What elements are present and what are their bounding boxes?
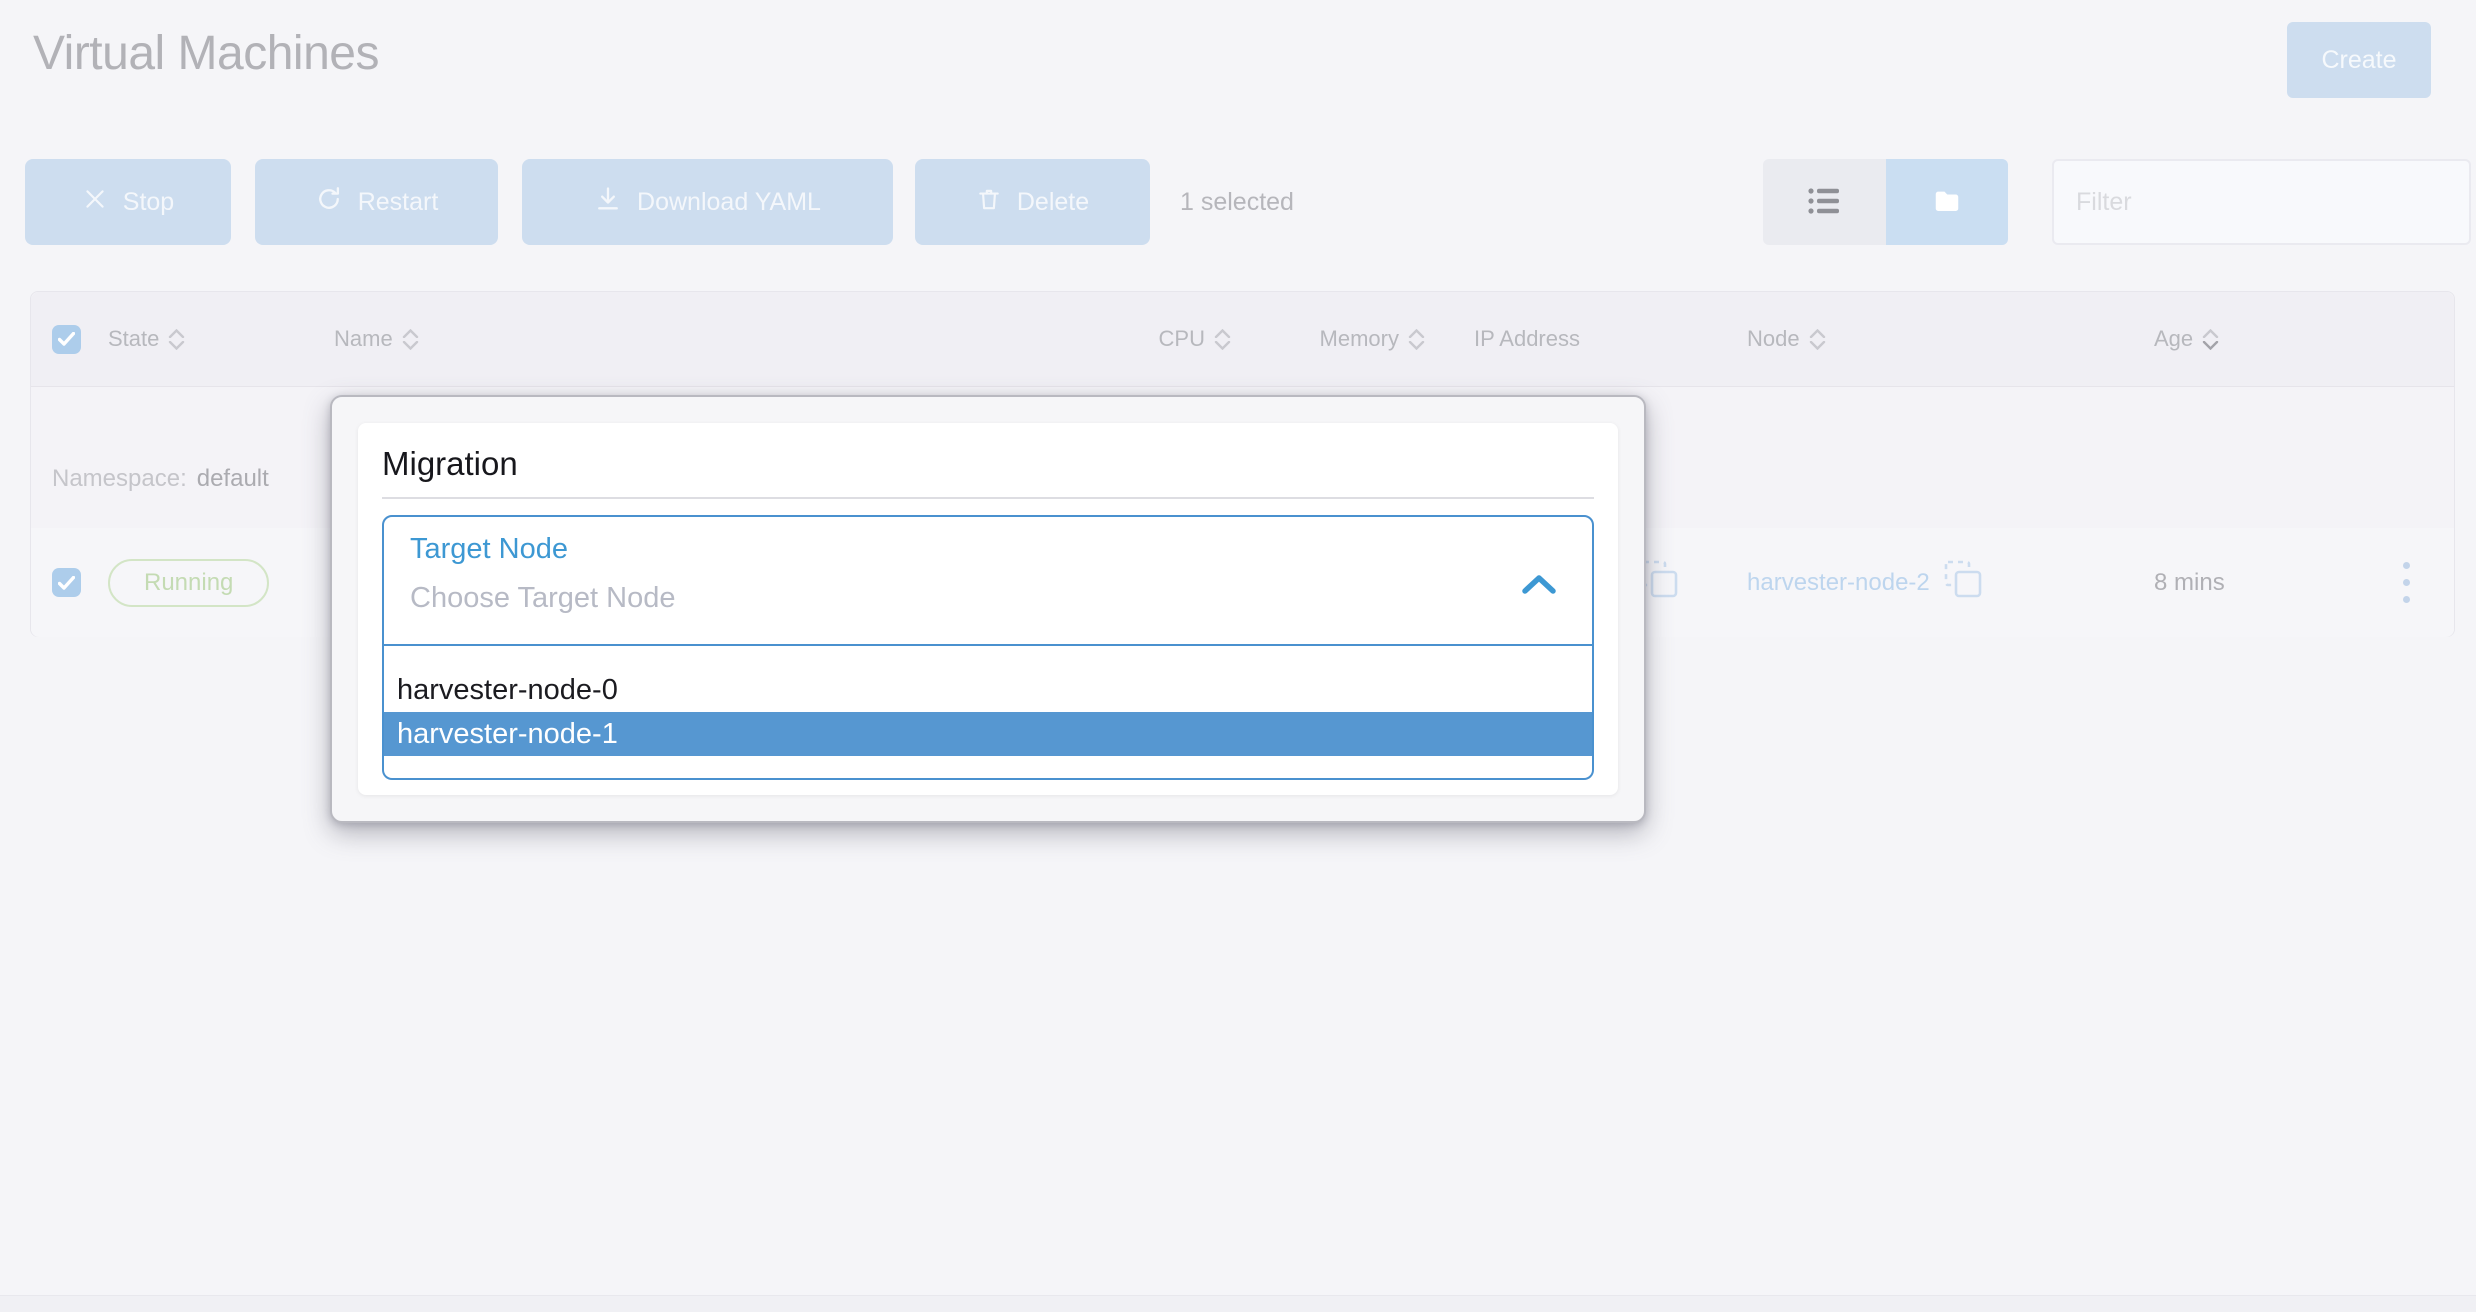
column-header-memory[interactable]: Memory	[1239, 326, 1439, 352]
option-harvester-node-1[interactable]: harvester-node-1	[384, 712, 1592, 756]
trash-icon	[976, 186, 1002, 219]
restart-button-label: Restart	[358, 188, 439, 217]
table-header-row: State Name CPU	[31, 292, 2454, 387]
copy-icon[interactable]	[1942, 558, 1984, 607]
modal-divider	[382, 497, 1594, 499]
create-button[interactable]: Create	[2287, 22, 2431, 98]
modal-title: Migration	[382, 445, 1594, 483]
footer-bar	[0, 1295, 2476, 1312]
namespace-label: Namespace:	[52, 465, 187, 493]
select-all-checkbox[interactable]	[52, 325, 81, 354]
stop-button-label: Stop	[123, 188, 174, 217]
column-header-age[interactable]: Age	[2109, 326, 2339, 352]
sort-icon-descending	[2202, 329, 2219, 350]
list-icon	[1807, 186, 1841, 219]
status-badge: Running	[108, 559, 269, 607]
row-checkbox[interactable]	[52, 568, 81, 597]
download-yaml-button-label: Download YAML	[637, 188, 821, 217]
view-list-button[interactable]	[1763, 159, 1886, 245]
download-yaml-button[interactable]: Download YAML	[522, 159, 893, 245]
virtual-machines-page: Virtual Machines Create Stop Restart Dow…	[0, 0, 2476, 1312]
folder-icon	[1930, 186, 1964, 219]
sort-icon	[1214, 329, 1231, 350]
view-grouped-button[interactable]	[1886, 159, 2009, 245]
option-harvester-node-0[interactable]: harvester-node-0	[384, 668, 1592, 712]
age-value: 8 mins	[2154, 569, 2225, 597]
selected-count: 1 selected	[1180, 159, 1294, 245]
column-header-state[interactable]: State	[101, 326, 326, 352]
delete-button-label: Delete	[1017, 188, 1089, 217]
migration-modal: Migration Target Node Choose Target Node…	[330, 395, 1646, 823]
x-icon	[82, 186, 108, 219]
toolbar: Stop Restart Download YAML Delete 1 sele…	[0, 159, 2476, 245]
download-icon	[594, 185, 622, 220]
column-header-ip-address[interactable]: IP Address	[1439, 326, 1689, 352]
chevron-up-icon	[1520, 573, 1558, 602]
column-header-node[interactable]: Node	[1689, 326, 2109, 352]
target-node-label: Target Node	[410, 533, 1592, 566]
target-node-option-list: harvester-node-0 harvester-node-1	[382, 646, 1594, 780]
column-header-cpu[interactable]: CPU	[1114, 326, 1239, 352]
column-header-name[interactable]: Name	[326, 326, 1114, 352]
refresh-icon	[315, 185, 343, 220]
node-link[interactable]: harvester-node-2	[1747, 558, 1984, 607]
restart-button[interactable]: Restart	[255, 159, 498, 245]
sort-icon	[1408, 329, 1425, 350]
delete-button[interactable]: Delete	[915, 159, 1150, 245]
row-menu-button[interactable]	[2383, 562, 2410, 603]
sort-icon	[1809, 329, 1826, 350]
view-mode-toggle	[1763, 159, 2008, 245]
namespace-value: default	[197, 465, 269, 493]
target-node-select[interactable]: Target Node Choose Target Node	[382, 515, 1594, 646]
sort-icon	[402, 329, 419, 350]
filter-input[interactable]	[2052, 159, 2471, 245]
migration-modal-card: Migration Target Node Choose Target Node…	[358, 423, 1618, 795]
stop-button[interactable]: Stop	[25, 159, 231, 245]
page-title: Virtual Machines	[33, 26, 379, 81]
target-node-placeholder: Choose Target Node	[410, 582, 1592, 615]
sort-icon	[168, 329, 185, 350]
